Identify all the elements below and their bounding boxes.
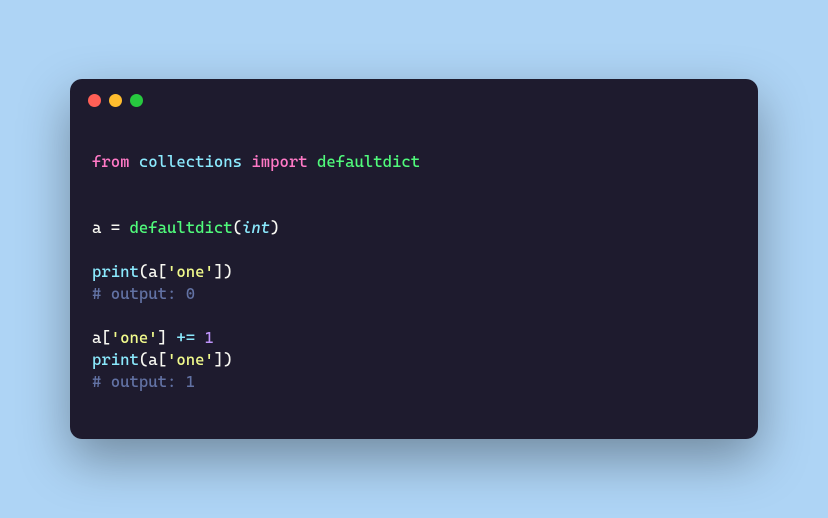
number-literal: 1 — [205, 328, 214, 347]
op-plus-equals: += — [176, 328, 195, 347]
code-block: from collections import defaultdict a = … — [70, 123, 758, 440]
op-assign: = — [111, 218, 120, 237]
close-icon[interactable] — [88, 94, 101, 107]
window-titlebar — [70, 79, 758, 123]
comment-output-1: # output: 1 — [92, 372, 195, 391]
symbol-defaultdict: defaultdict — [317, 152, 420, 171]
var-a: a — [92, 218, 101, 237]
call-print: print — [92, 262, 139, 281]
maximize-icon[interactable] — [130, 94, 143, 107]
string-literal: 'one' — [167, 262, 214, 281]
call-defaultdict: defaultdict — [130, 218, 233, 237]
module-collections: collections — [139, 152, 242, 171]
comment-output-0: # output: 0 — [92, 284, 195, 303]
keyword-import: import — [251, 152, 307, 171]
type-int: int — [242, 218, 270, 237]
minimize-icon[interactable] — [109, 94, 122, 107]
keyword-from: from — [92, 152, 130, 171]
code-window: from collections import defaultdict a = … — [70, 79, 758, 440]
